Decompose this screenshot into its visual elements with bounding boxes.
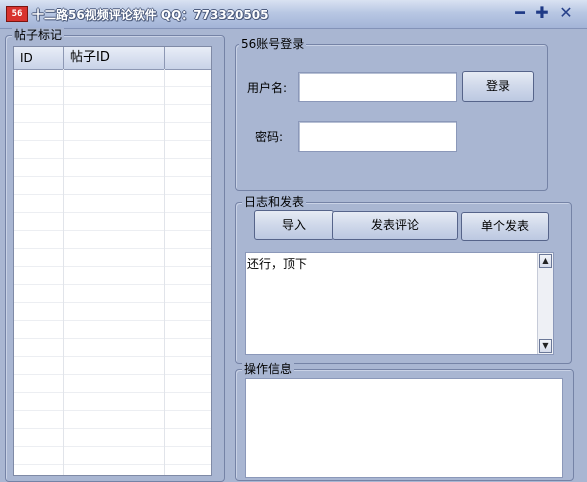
close-icon[interactable]: ✕ (557, 5, 575, 22)
title-bar[interactable]: 56 十二路56视频评论软件 QQ：773320505 ━ ✚ ✕ (0, 0, 587, 29)
post-list[interactable]: ID 帖子ID (13, 46, 212, 476)
post-tags-legend: 帖子标记 (12, 28, 65, 42)
single-post-button[interactable]: 单个发表 (461, 212, 549, 241)
import-button[interactable]: 导入 (254, 210, 334, 240)
post-list-header: ID 帖子ID (14, 47, 211, 70)
log-textarea[interactable]: 还行，顶下 ▲ ▼ (245, 252, 554, 355)
log-scrollbar[interactable]: ▲ ▼ (537, 253, 553, 354)
password-input[interactable] (298, 121, 457, 152)
column-header-empty[interactable] (165, 47, 211, 69)
log-text: 还行，顶下 (247, 257, 308, 271)
login-button[interactable]: 登录 (462, 71, 534, 102)
minimize-icon[interactable]: ━ (511, 5, 529, 22)
log-legend: 日志和发表 (242, 195, 307, 209)
post-comment-button[interactable]: 发表评论 (332, 211, 458, 240)
username-label: 用户名: (247, 81, 288, 95)
password-label: 密码: (255, 130, 284, 144)
op-info-textarea[interactable] (245, 378, 563, 478)
post-list-body[interactable] (14, 69, 211, 475)
scroll-down-icon[interactable]: ▼ (539, 339, 552, 353)
column-header-id[interactable]: ID (14, 47, 64, 69)
window-title: 十二路56视频评论软件 QQ：773320505 (32, 8, 269, 22)
login-legend: 56账号登录 (239, 37, 307, 51)
scroll-up-icon[interactable]: ▲ (539, 254, 552, 268)
op-info-legend: 操作信息 (242, 362, 295, 376)
app-icon: 56 (6, 6, 28, 22)
username-input[interactable] (298, 72, 457, 102)
login-group: 56账号登录 (235, 37, 548, 191)
maximize-icon[interactable]: ✚ (533, 5, 551, 22)
column-header-post-id[interactable]: 帖子ID (64, 47, 165, 69)
